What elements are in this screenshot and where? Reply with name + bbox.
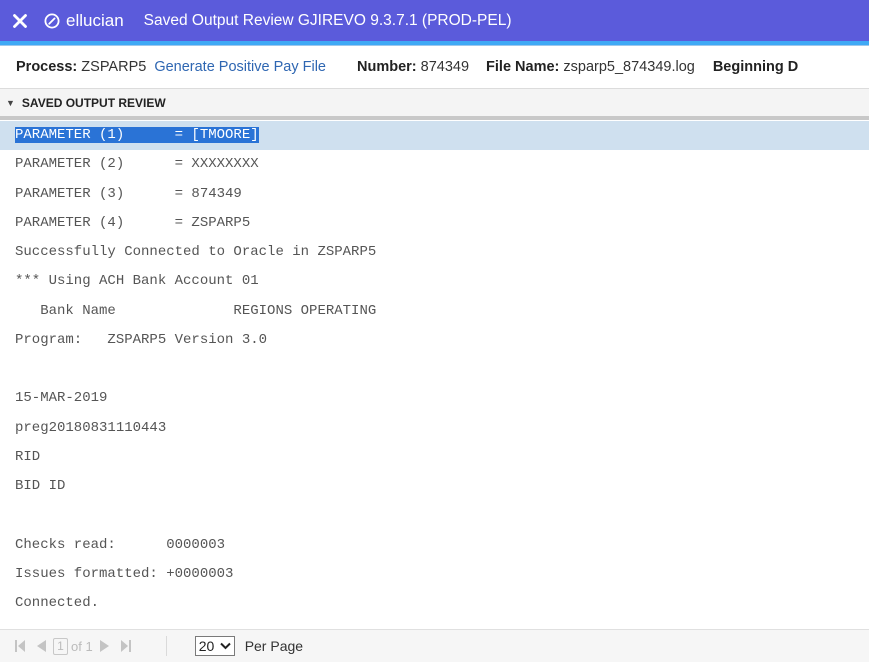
per-page-select[interactable]: 20	[194, 636, 235, 656]
first-page-button[interactable]	[14, 636, 26, 656]
per-page-label: Per Page	[244, 638, 304, 654]
log-line[interactable]: *** Using ACH Bank Account 01	[0, 267, 869, 296]
log-line-text: Program: ZSPARP5 Version 3.0	[15, 331, 268, 348]
previous-page-button[interactable]	[36, 636, 47, 656]
log-line-text: RID	[15, 448, 41, 465]
previous-page-icon	[37, 640, 46, 652]
log-line[interactable]: PARAMETER (2) = XXXXXXXX	[0, 150, 869, 179]
log-line-text: Successfully Connected to Oracle in ZSPA…	[15, 244, 377, 260]
ellucian-logo-icon	[44, 13, 60, 28]
filename-value: zsparp5_874349.log	[563, 59, 695, 75]
log-line[interactable]	[0, 355, 869, 384]
next-page-button[interactable]	[99, 636, 110, 656]
log-line[interactable]: Program: ZSPARP5 Version 3.0	[0, 326, 869, 355]
log-line[interactable]: 15-MAR-2019	[0, 384, 869, 413]
next-page-icon	[99, 640, 109, 652]
log-line-text: preg20180831110443	[15, 419, 167, 436]
log-line[interactable]: PARAMETER (1) = [TMOORE]	[0, 121, 869, 151]
filename-field: File Name: zsparp5_874349.log	[486, 59, 695, 75]
beginning-label: Beginning D	[712, 59, 799, 75]
window-title: Saved Output Review GJIREVO 9.3.7.1 (PRO…	[143, 11, 512, 29]
section-title: SAVED OUTPUT REVIEW	[21, 95, 166, 110]
log-line-text: Bank Name REGIONS OPERATING	[15, 302, 377, 319]
filename-label: File Name:	[486, 59, 560, 75]
log-line[interactable]	[0, 501, 869, 530]
process-value: ZSPARP5	[81, 59, 147, 75]
log-line-text: Connected.	[15, 595, 100, 611]
pagination-bar: 1 of 1 20 Per Page	[0, 629, 869, 662]
chevron-down-icon	[219, 642, 231, 650]
log-line-text: Issues formatted: +0000003	[15, 565, 234, 582]
page-count-label: of 1	[71, 638, 93, 654]
log-line[interactable]: Issues formatted: +0000003	[0, 560, 869, 589]
first-page-icon	[15, 640, 25, 652]
log-line[interactable]: Bank Name REGIONS OPERATING	[0, 297, 869, 326]
current-page-input[interactable]: 1	[53, 637, 68, 655]
last-page-button[interactable]	[120, 636, 132, 656]
log-line[interactable]: Checks read: 0000003	[0, 531, 869, 560]
log-line[interactable]: BID ID	[0, 472, 869, 501]
title-bar: ellucian Saved Output Review GJIREVO 9.3…	[0, 0, 869, 41]
number-value: 874349	[420, 59, 470, 75]
section-header[interactable]: ▼ SAVED OUTPUT REVIEW	[0, 89, 869, 120]
process-info-bar: Process: ZSPARP5 Generate Positive Pay F…	[0, 46, 869, 89]
last-page-icon	[120, 640, 131, 652]
brand-name: ellucian	[66, 10, 124, 30]
log-line-text: Checks read: 0000003	[15, 536, 226, 553]
number-label: Number:	[356, 59, 417, 75]
log-line-text: 15-MAR-2019	[15, 390, 108, 407]
collapse-triangle-icon[interactable]: ▼	[6, 98, 15, 108]
log-output: PARAMETER (1) = [TMOORE] PARAMETER (2) = …	[0, 121, 869, 627]
pager-divider	[165, 636, 167, 656]
log-line-text: PARAMETER (4) = ZSPARP5	[15, 214, 251, 231]
log-line[interactable]: Connected.	[0, 589, 869, 618]
log-line[interactable]: preg20180831110443	[0, 414, 869, 443]
log-line-text: *** Using ACH Bank Account 01	[15, 273, 259, 290]
close-icon	[13, 13, 27, 28]
process-description: Generate Positive Pay File	[154, 59, 326, 75]
log-line-text: PARAMETER (2) = XXXXXXXX	[15, 156, 259, 173]
log-line[interactable]: Successfully Connected to Oracle in ZSPA…	[0, 238, 869, 267]
log-line-text: PARAMETER (1) = [TMOORE]	[15, 127, 259, 143]
per-page-value: 20	[198, 638, 215, 654]
log-line-text: PARAMETER (3) = 874349	[15, 185, 242, 202]
log-line[interactable]: RID	[0, 443, 869, 472]
process-label: Process:	[16, 59, 78, 75]
process-field: Process: ZSPARP5	[16, 59, 146, 75]
log-line-text: BID ID	[15, 478, 66, 494]
number-field: Number: 874349	[357, 59, 469, 75]
ellucian-logo: ellucian	[44, 11, 124, 31]
close-button[interactable]	[0, 0, 40, 41]
log-line[interactable]: PARAMETER (3) = 874349	[0, 180, 869, 209]
log-line[interactable]: PARAMETER (4) = ZSPARP5	[0, 209, 869, 238]
